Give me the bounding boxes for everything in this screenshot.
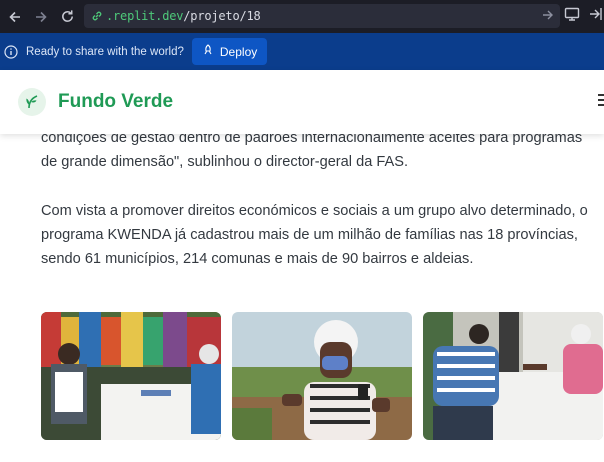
article-body: condições de gestão dentro de padrões in…: [41, 126, 601, 271]
photo-woman-with-phone[interactable]: [232, 312, 412, 440]
photo-men-at-table[interactable]: [423, 312, 603, 440]
devtools-icon[interactable]: [588, 6, 604, 27]
photo-gallery: [41, 312, 603, 440]
url-path: /projeto/18: [183, 9, 261, 23]
link-icon: [90, 9, 104, 23]
url-text: .replit.dev/projeto/18: [106, 9, 261, 23]
share-banner: Ready to share with the world? Deploy: [0, 33, 604, 70]
article-paragraph: Com vista a promover direitos económicos…: [41, 202, 588, 268]
share-text: Ready to share with the world?: [26, 45, 184, 58]
site-header: Fundo Verde: [0, 70, 604, 134]
photo-registration-desk[interactable]: [41, 312, 221, 440]
deploy-button[interactable]: Deploy: [191, 38, 268, 65]
info-icon: [4, 44, 18, 59]
arrow-right-icon[interactable]: [542, 8, 554, 27]
back-icon[interactable]: [4, 6, 26, 28]
brand-name[interactable]: Fundo Verde: [58, 91, 173, 113]
hamburger-menu-icon[interactable]: [598, 94, 604, 108]
forward-icon[interactable]: [30, 6, 52, 28]
browser-toolbar: .replit.dev/projeto/18: [0, 0, 604, 33]
address-bar[interactable]: .replit.dev/projeto/18: [84, 4, 560, 28]
url-domain: .replit.dev: [106, 9, 184, 23]
deploy-label: Deploy: [219, 44, 258, 59]
reload-icon[interactable]: [56, 6, 78, 28]
leaf-logo-icon[interactable]: [18, 88, 46, 116]
monitor-icon[interactable]: [564, 6, 580, 27]
rocket-icon: [202, 44, 214, 59]
